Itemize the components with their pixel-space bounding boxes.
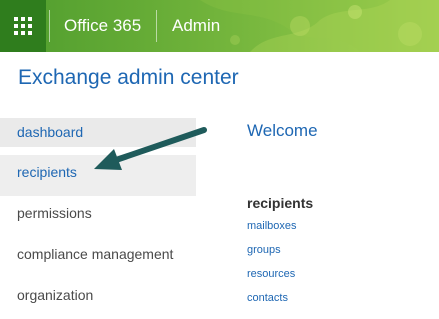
app-launcher-button[interactable]	[0, 0, 46, 52]
nav-item-dashboard[interactable]: dashboard	[0, 118, 196, 147]
header-divider	[156, 10, 157, 42]
header-divider	[49, 10, 50, 42]
office-365-brand-link[interactable]: Office 365	[64, 0, 141, 52]
waffle-icon	[14, 17, 32, 35]
admin-section-link[interactable]: Admin	[172, 0, 220, 52]
resources-link[interactable]: resources	[247, 264, 297, 288]
contacts-link[interactable]: contacts	[247, 288, 297, 312]
nav-item-recipients[interactable]: recipients	[0, 155, 196, 196]
mailboxes-link[interactable]: mailboxes	[247, 216, 297, 240]
page-title: Exchange admin center	[18, 66, 239, 89]
left-nav: dashboard recipients permissions complia…	[0, 114, 196, 319]
welcome-heading: Welcome	[247, 121, 318, 140]
nav-item-organization[interactable]: organization	[0, 278, 196, 319]
recipients-links: mailboxes groups resources contacts	[247, 216, 297, 312]
nav-item-permissions[interactable]: permissions	[0, 196, 196, 237]
groups-link[interactable]: groups	[247, 240, 297, 264]
recipients-heading: recipients	[247, 195, 314, 211]
top-bar: Office 365 Admin	[0, 0, 439, 52]
nav-item-compliance-management[interactable]: compliance management	[0, 237, 196, 278]
